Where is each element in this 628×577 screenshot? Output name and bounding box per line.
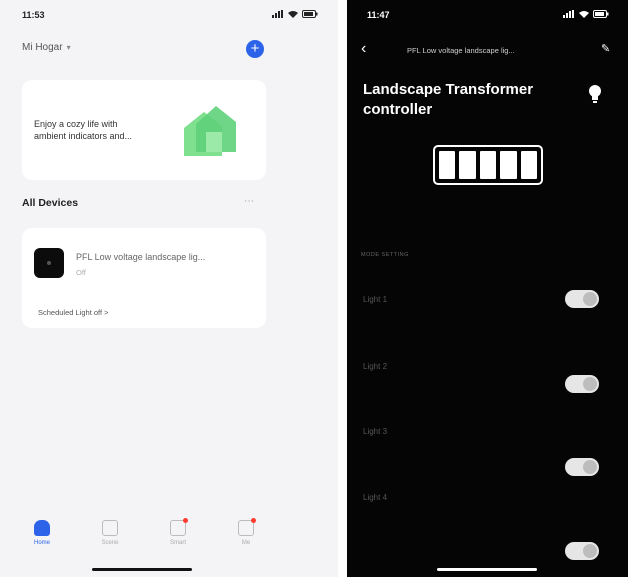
- toggle-knob: [583, 292, 597, 306]
- left-phone-screen: 11:53 Mi Hogar ▾ + Enjoy a cozy life wit…: [0, 0, 338, 577]
- tab-smart[interactable]: Smart: [148, 518, 208, 546]
- back-icon[interactable]: ‹: [361, 40, 366, 58]
- battery-cell: [479, 151, 497, 179]
- status-time: 11:53: [22, 10, 45, 20]
- scene-icon: [102, 520, 118, 536]
- switch-label: Light 2: [363, 362, 388, 371]
- home-indicator: [437, 568, 537, 571]
- switch-toggle-2[interactable]: [565, 375, 599, 393]
- promo-text: Enjoy a cozy life with ambient indicator…: [34, 119, 133, 141]
- schedule-link[interactable]: Scheduled Light off >: [38, 308, 109, 317]
- home-selector[interactable]: Mi Hogar ▾: [22, 42, 71, 53]
- nav-title: PFL Low voltage landscape lig...: [407, 46, 515, 55]
- wifi-icon: [579, 11, 589, 18]
- right-phone-screen: 11:47 ‹ PFL Low voltage landscape lig...…: [347, 0, 628, 577]
- more-icon[interactable]: ⋯: [244, 196, 254, 207]
- toggle-knob: [583, 377, 597, 391]
- battery-level-graphic: [433, 145, 543, 185]
- battery-cell: [459, 151, 476, 179]
- status-icons: [563, 10, 609, 18]
- device-name: PFL Low voltage landscape lig...: [76, 252, 206, 262]
- section-title: All Devices: [22, 197, 79, 209]
- notification-dot: [183, 518, 188, 523]
- toggle-knob: [583, 544, 597, 558]
- switch-label: Light 3: [363, 427, 388, 436]
- profile-icon: [238, 518, 256, 536]
- smart-icon: [170, 518, 188, 536]
- signal-icon: [272, 10, 283, 18]
- device-thumbnail: [34, 248, 64, 278]
- chevron-down-icon: ▾: [66, 43, 71, 52]
- tab-me-label: Me: [241, 540, 251, 546]
- tab-smart-label: Smart: [169, 540, 186, 546]
- switch-label: Light 1: [363, 295, 388, 304]
- notification-dot: [251, 518, 256, 523]
- switch-toggle-3[interactable]: [565, 458, 599, 476]
- battery-cell: [500, 151, 517, 179]
- battery-cell: [520, 151, 538, 179]
- battery-icon: [593, 10, 609, 18]
- section-label: MODE SETTING: [361, 252, 409, 258]
- home-indicator: [92, 568, 192, 571]
- home-selector-label: Mi Hogar: [22, 42, 63, 53]
- toggle-knob: [583, 460, 597, 474]
- tab-me[interactable]: Me: [216, 518, 276, 546]
- add-device-button[interactable]: +: [246, 40, 264, 58]
- wifi-icon: [288, 11, 298, 18]
- tab-home[interactable]: Home: [12, 520, 72, 546]
- tab-bar: Home Scene Smart Me: [12, 518, 276, 546]
- home-icon: [34, 520, 50, 536]
- tab-scene[interactable]: Scene: [80, 520, 140, 546]
- house-illustration-icon: [184, 106, 236, 156]
- tab-home-label: Home: [33, 540, 50, 546]
- signal-icon: [563, 10, 574, 18]
- switch-toggle-1[interactable]: [565, 290, 599, 308]
- status-icons: [272, 10, 318, 18]
- page-title: Landscape Transformer controller: [363, 81, 534, 118]
- switch-toggle-4[interactable]: [565, 542, 599, 560]
- status-time: 11:47: [367, 10, 390, 20]
- promo-card[interactable]: Enjoy a cozy life with ambient indicator…: [22, 80, 266, 180]
- bulb-icon[interactable]: [587, 84, 603, 106]
- tab-scene-label: Scene: [101, 540, 119, 546]
- battery-cell: [439, 151, 456, 179]
- device-status: Off: [76, 268, 86, 277]
- device-card[interactable]: PFL Low voltage landscape lig... Off Sch…: [22, 228, 266, 328]
- switch-label: Light 4: [363, 493, 388, 502]
- divider-gap: [338, 0, 347, 577]
- battery-icon: [302, 10, 318, 18]
- edit-icon[interactable]: ✎: [601, 42, 610, 55]
